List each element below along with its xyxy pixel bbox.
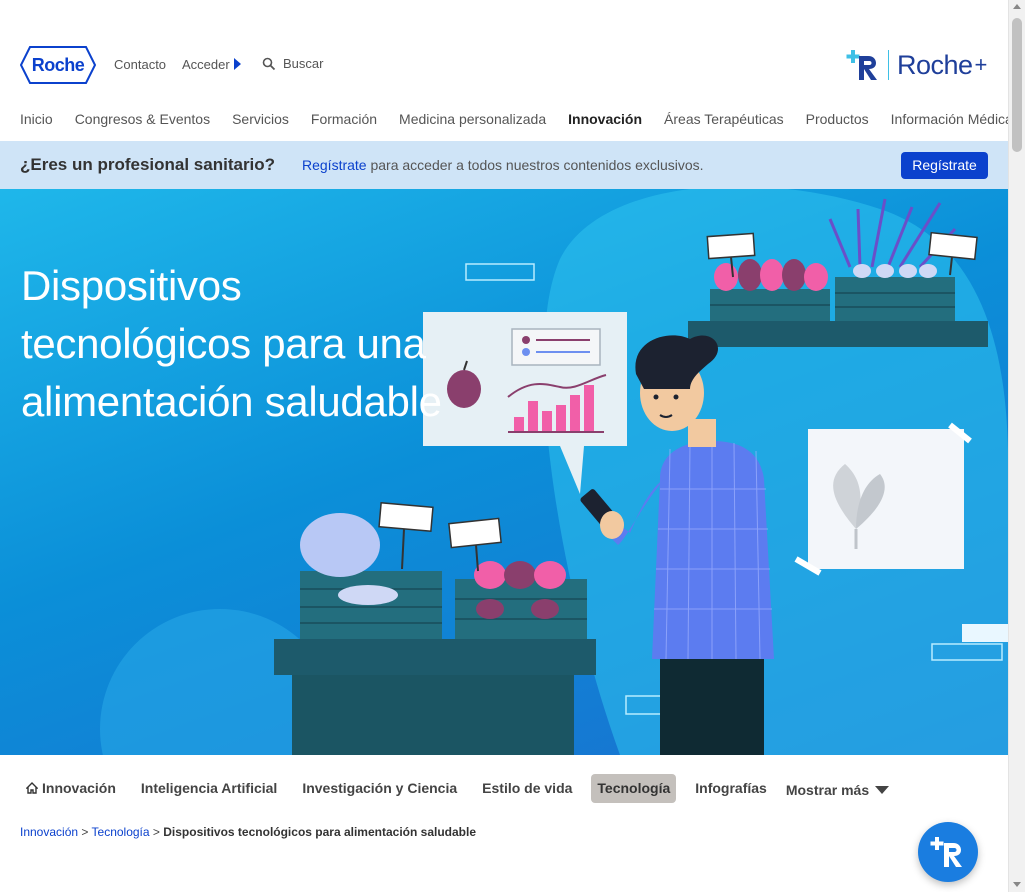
roche-plus-divider xyxy=(888,50,889,80)
chevron-down-icon xyxy=(875,786,890,794)
hero-title-line-2: tecnológicos para una xyxy=(21,320,426,367)
login-link[interactable]: Acceder xyxy=(182,57,241,72)
scroll-up-arrow[interactable] xyxy=(1013,4,1021,9)
roche-plus-text: Roche xyxy=(897,49,973,80)
contact-link[interactable]: Contacto xyxy=(114,57,166,72)
site-header: Roche Contacto Acceder Buscar Roche + In… xyxy=(0,0,1013,140)
main-nav: Inicio Congresos & Eventos Servicios For… xyxy=(20,111,1025,127)
hero-title: Dispositivos tecnológicos para una alime… xyxy=(21,257,491,431)
nav-item-informacion[interactable]: Información Médica xyxy=(891,111,1013,127)
section-subnav: Innovación Inteligencia Artificial Inves… xyxy=(20,772,890,804)
nav-item-congresos[interactable]: Congresos & Eventos xyxy=(75,111,210,127)
nav-item-innovacion[interactable]: Innovación xyxy=(568,111,642,127)
search-trigger[interactable]: Buscar xyxy=(262,56,323,71)
roche-logo[interactable]: Roche xyxy=(20,46,96,84)
hero-banner: Dispositivos tecnológicos para una alime… xyxy=(0,189,1008,755)
breadcrumb-separator: > xyxy=(149,825,164,839)
subnav-item-innovacion[interactable]: Innovación xyxy=(20,774,122,803)
search-icon xyxy=(262,57,276,70)
page-scrollbar[interactable] xyxy=(1008,0,1025,892)
breadcrumb: Innovación > Tecnología > Dispositivos t… xyxy=(20,825,476,839)
subnav-item-tecnologia[interactable]: Tecnología xyxy=(591,773,677,803)
nav-item-servicios[interactable]: Servicios xyxy=(232,111,289,127)
roche-plus-icon xyxy=(846,50,877,80)
home-icon xyxy=(25,781,39,794)
register-link[interactable]: Regístrate xyxy=(302,157,367,173)
nav-item-formacion[interactable]: Formación xyxy=(311,111,377,127)
professional-question: ¿Eres un profesional sanitario? xyxy=(20,155,276,174)
show-more-label: Mostrar más xyxy=(785,782,870,798)
subnav-item-ia[interactable]: Inteligencia Artificial xyxy=(135,774,283,803)
subnav-label-innovacion: Innovación xyxy=(42,779,116,796)
professional-banner: ¿Eres un profesional sanitario? Regístra… xyxy=(0,141,1008,189)
show-more-button[interactable]: Mostrar más xyxy=(785,778,890,798)
scroll-down-arrow[interactable] xyxy=(1013,882,1021,887)
breadcrumb-innovacion[interactable]: Innovación xyxy=(20,825,78,839)
caret-right-icon xyxy=(233,58,241,70)
subnav-item-investigacion[interactable]: Investigación y Ciencia xyxy=(296,774,463,803)
subnav-item-infografias[interactable]: Infografías xyxy=(689,774,773,803)
nav-item-medicina[interactable]: Medicina personalizada xyxy=(399,111,546,127)
nav-item-areas[interactable]: Áreas Terapéuticas xyxy=(664,111,784,127)
nav-item-inicio[interactable]: Inicio xyxy=(20,111,53,127)
hero-title-line-3: alimentación saludable xyxy=(21,378,442,425)
register-button[interactable]: Regístrate xyxy=(901,152,988,179)
search-label: Buscar xyxy=(283,56,324,71)
hero-title-line-1: Dispositivos xyxy=(21,262,242,309)
breadcrumb-current: Dispositivos tecnológicos para alimentac… xyxy=(163,825,476,839)
professional-text: Regístrate para acceder a todos nuestros… xyxy=(302,157,704,173)
login-label: Acceder xyxy=(182,57,230,72)
roche-plus-logo[interactable]: Roche + xyxy=(846,48,987,82)
nav-item-productos[interactable]: Productos xyxy=(806,111,869,127)
roche-plus-fab[interactable] xyxy=(918,822,978,882)
roche-plus-suffix: + xyxy=(974,52,988,77)
breadcrumb-tecnologia[interactable]: Tecnología xyxy=(92,825,150,839)
subnav-item-estilo-de-vida[interactable]: Estilo de vida xyxy=(476,774,578,803)
professional-text-rest: para acceder a todos nuestros contenidos… xyxy=(366,157,704,173)
roche-plus-fab-icon xyxy=(930,837,962,867)
logo-text: Roche xyxy=(31,55,85,75)
scroll-thumb[interactable] xyxy=(1012,18,1022,152)
breadcrumb-separator: > xyxy=(78,825,92,839)
